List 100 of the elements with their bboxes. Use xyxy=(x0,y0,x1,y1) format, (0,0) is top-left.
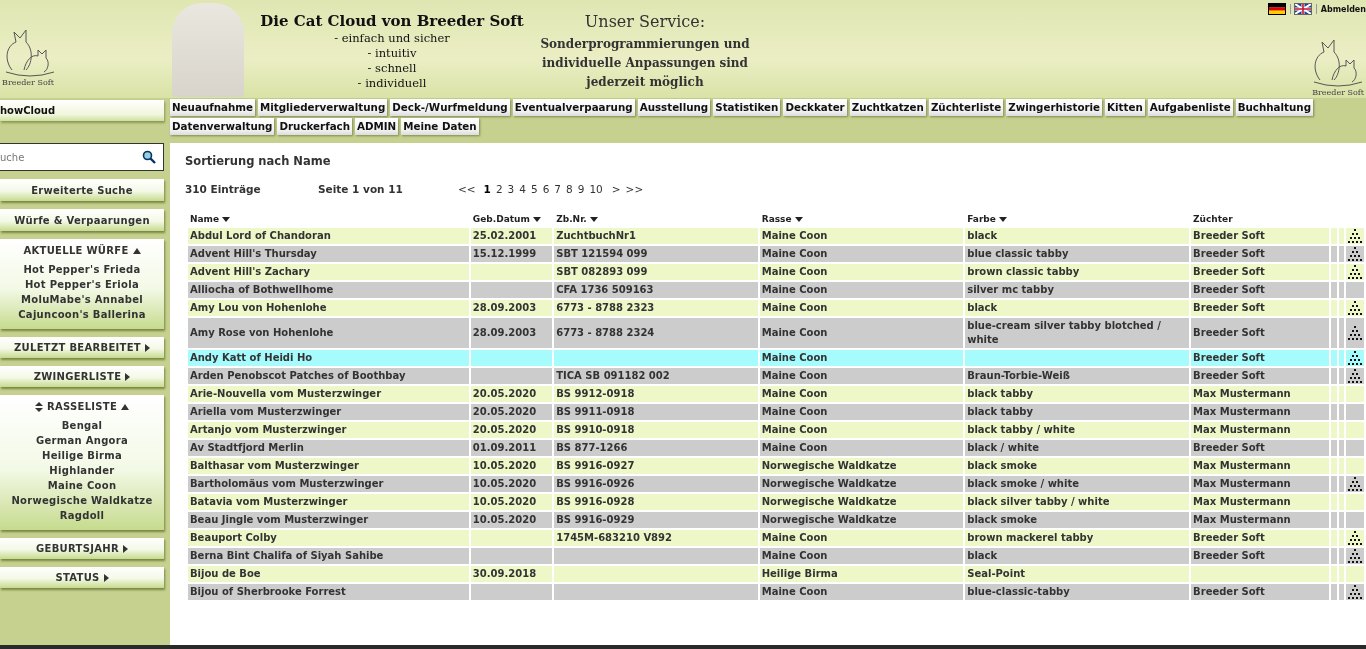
page-link[interactable]: 10 xyxy=(589,183,603,195)
column-header[interactable]: Rasse xyxy=(761,214,792,224)
nav-button[interactable]: ADMIN xyxy=(355,118,399,135)
nav-button[interactable]: Druckerfach xyxy=(277,118,352,135)
column-header[interactable]: Geb.Datum xyxy=(472,214,530,224)
table-row[interactable]: Ariella vom Musterzwinger 20.05.2020 BS 9911-0918 Maine Coon black tabby Max Mustermann xyxy=(188,404,1364,420)
pedigree-icon[interactable] xyxy=(1347,229,1362,243)
nav-button[interactable]: Kitten xyxy=(1105,99,1145,116)
sidebar-link[interactable]: Highlander xyxy=(49,463,115,478)
table-cell: brown classic tabby xyxy=(967,266,1080,277)
table-row[interactable]: Amy Rose von Hohenlohe 28.09.2003 6773 - 8788 2324 Maine Coon blue-cream silver tabby blotched / white Breeder Soft xyxy=(188,318,1364,348)
pedigree-icon[interactable] xyxy=(1347,369,1362,383)
nav-button[interactable]: Neuaufnahme xyxy=(170,99,255,116)
nav-button[interactable]: Züchterliste xyxy=(928,99,1004,116)
table-row[interactable]: Arie-Nouvella vom Musterzwinger 20.05.2020 BS 9912-0918 Maine Coon black tabby Max Mustermann xyxy=(188,386,1364,402)
sidebar-section[interactable]: ZWINGERLISTE xyxy=(0,366,164,387)
page-link[interactable]: 5 xyxy=(531,183,538,195)
nav-button[interactable]: Zwingerhistorie xyxy=(1006,99,1103,116)
sidebar-link[interactable]: Cajuncoon's Ballerina xyxy=(18,307,146,322)
logout-link[interactable]: Abmelden xyxy=(1320,4,1366,14)
column-header[interactable]: Name xyxy=(190,214,220,224)
page-link[interactable]: 1 xyxy=(483,183,491,195)
flag-button[interactable] xyxy=(1294,4,1317,14)
table-cell: Seal-Point xyxy=(967,568,1026,579)
table-row[interactable]: Advent Hill's Thursday 15.12.1999 SBT 121594 099 Maine Coon blue classic tabby Breeder Soft xyxy=(188,246,1364,262)
table-row[interactable]: Bijou of Sherbrooke Forrest Maine Coon blue-classic-tabby Breeder Soft xyxy=(188,584,1364,600)
table-row[interactable]: Amy Lou von Hohenlohe 28.09.2003 6773 - 8788 2323 Maine Coon black Breeder Soft xyxy=(188,300,1364,316)
sidebar-link[interactable]: Bengal xyxy=(61,418,103,433)
table-cell: Max Mustermann xyxy=(1193,406,1291,417)
page-link[interactable]: >> xyxy=(625,183,644,195)
pedigree-icon[interactable] xyxy=(1347,351,1362,365)
table-row[interactable]: Alliocha of Bothwellhome CFA 1736 509163 Maine Coon silver mc tabby Breeder Soft xyxy=(188,282,1364,298)
section-header[interactable]: GEBURTSJAHR xyxy=(36,543,119,554)
pedigree-icon[interactable] xyxy=(1347,477,1362,491)
nav-button[interactable]: Deck-/Wurfmeldung xyxy=(390,99,510,116)
page-link[interactable]: 4 xyxy=(519,183,526,195)
sidebar-section[interactable]: STATUS xyxy=(0,567,164,588)
sidebar-link[interactable]: Maine Coon xyxy=(47,478,117,493)
table-row[interactable]: Andy Katt of Heidi Ho Maine Coon Breeder Soft xyxy=(188,350,1364,366)
table-row[interactable]: Batavia vom Musterzwinger 10.05.2020 BS 9916-0928 Norwegische Waldkatze black silver tabby / white Max Mustermann xyxy=(188,494,1364,510)
table-cell: 10.05.2020 xyxy=(472,460,537,471)
section-header[interactable]: ZULETZT BEARBEITET xyxy=(14,342,141,353)
table-row[interactable]: Artanjo vom Musterzwinger 20.05.2020 BS 9910-0918 Maine Coon black tabby / white Max Mustermann xyxy=(188,422,1364,438)
nav-button[interactable]: Eventualverpaarung xyxy=(512,99,635,116)
sidebar-link[interactable]: MoluMabe's Annabel xyxy=(21,292,143,307)
page-link[interactable]: 6 xyxy=(542,183,550,195)
sidebar-section[interactable]: GEBURTSJAHR xyxy=(0,538,164,559)
sidebar-link[interactable]: Heilige Birma xyxy=(42,448,122,463)
table-row[interactable]: Advent Hill's Zachary SBT 082893 099 Maine Coon brown classic tabby Breeder Soft xyxy=(188,264,1364,280)
table-row[interactable]: Beauport Colby 1745M-683210 V892 Maine Coon brown mackerel tabby Breeder Soft xyxy=(188,530,1364,546)
sidebar-button[interactable]: Würfe & Verpaarungen xyxy=(0,209,164,231)
table-row[interactable]: Berna Bint Chalifa of Siyah Sahibe Maine Coon black Breeder Soft xyxy=(188,548,1364,564)
table-row[interactable]: Bijou de Boe 30.09.2018 Heilige Birma Seal-Point xyxy=(188,566,1364,582)
section-header[interactable]: AKTUELLE WÜRFE xyxy=(23,245,129,256)
nav-button[interactable]: Zuchtkatzen xyxy=(849,99,926,116)
pedigree-icon[interactable] xyxy=(1347,265,1362,279)
table-row[interactable]: Balthasar vom Musterzwinger 10.05.2020 BS 9916-0927 Norwegische Waldkatze black smoke Max Mustermann xyxy=(188,458,1364,474)
nav-button[interactable]: Mitgliederverwaltung xyxy=(258,99,388,116)
sidebar-link[interactable]: German Angora xyxy=(35,433,129,448)
section-header[interactable]: RASSELISTE xyxy=(46,401,118,412)
search-field[interactable]: uche xyxy=(0,143,164,171)
sidebar-section[interactable]: ZULETZT BEARBEITET xyxy=(0,337,164,358)
nav-button[interactable]: Datenverwaltung xyxy=(170,118,275,135)
sidebar-link[interactable]: Hot Pepper's Eriola xyxy=(24,277,140,292)
nav-button[interactable]: Statistiken xyxy=(713,99,781,116)
table-cell: Maine Coon xyxy=(761,266,828,277)
section-header[interactable]: ZWINGERLISTE xyxy=(33,371,122,382)
table-row[interactable]: Bartholomäus vom Musterzwinger 10.05.2020 BS 9916-0926 Norwegische Waldkatze black smoke / white Max Mustermann xyxy=(188,476,1364,492)
sidebar-button[interactable]: Erweiterte Suche xyxy=(0,179,164,201)
table-cell: Maine Coon xyxy=(761,388,828,399)
nav-button[interactable]: Deckkater xyxy=(783,99,847,116)
pedigree-icon[interactable] xyxy=(1347,585,1362,599)
pedigree-icon[interactable] xyxy=(1347,549,1362,563)
table-row[interactable]: Arden Penobscot Patches of Boothbay TICA SB 091182 002 Maine Coon Braun-Torbie-Weiß Breeder Soft xyxy=(188,368,1364,384)
pedigree-icon[interactable] xyxy=(1347,301,1362,315)
nav-button[interactable]: Aufgabenliste xyxy=(1147,99,1233,116)
pedigree-icon[interactable] xyxy=(1347,326,1362,340)
nav-button[interactable]: Buchhaltung xyxy=(1235,99,1313,116)
column-header[interactable]: Farbe xyxy=(967,214,996,224)
page-link[interactable]: 8 xyxy=(566,183,573,195)
page-link[interactable]: > xyxy=(611,183,621,195)
sidebar-link[interactable]: Hot Pepper's Frieda xyxy=(23,262,141,277)
table-row[interactable]: Abdul Lord of Chandoran 25.02.2001 ZuchtbuchNr1 Maine Coon black Breeder Soft xyxy=(188,228,1364,244)
table-row[interactable]: Av Stadtfjord Merlin 01.09.2011 BS 877-1266 Maine Coon black / white Breeder Soft xyxy=(188,440,1364,456)
page-link[interactable]: << xyxy=(458,183,476,195)
flag-button[interactable] xyxy=(1268,4,1291,14)
page-link[interactable]: 2 xyxy=(495,183,503,195)
sidebar-link[interactable]: Norwegische Waldkatze xyxy=(11,493,153,508)
pedigree-icon[interactable] xyxy=(1347,531,1362,545)
page-link[interactable]: 9 xyxy=(577,183,585,195)
sidebar-link[interactable]: Ragdoll xyxy=(59,508,105,523)
section-header[interactable]: STATUS xyxy=(55,572,100,583)
page-link[interactable]: 3 xyxy=(507,183,515,195)
nav-button[interactable]: Meine Daten xyxy=(401,118,479,135)
nav-button[interactable]: Ausstellung xyxy=(637,99,711,116)
pedigree-icon[interactable] xyxy=(1347,247,1362,261)
table-cell: black xyxy=(967,302,998,313)
table-row[interactable]: Beau Jingle vom Musterzwinger 10.05.2020 BS 9916-0929 Norwegische Waldkatze black smoke Max Mustermann xyxy=(188,512,1364,528)
page-link[interactable]: 7 xyxy=(554,183,562,195)
column-header[interactable]: Zb.Nr. xyxy=(556,214,587,224)
